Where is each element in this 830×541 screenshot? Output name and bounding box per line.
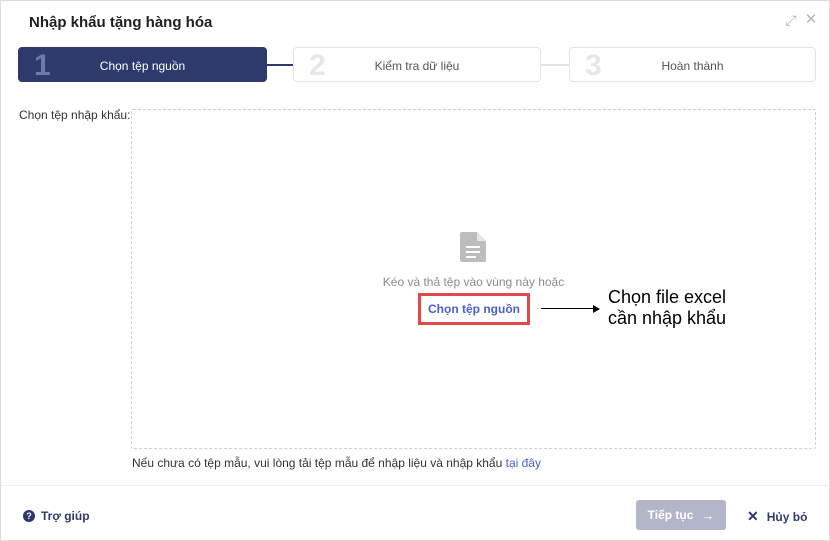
callout-annotation: Chọn file excel cần nhập khẩu <box>597 287 737 329</box>
dialog-title: Nhập khẩu tặng hàng hóa <box>29 14 213 31</box>
help-label: Trợ giúp <box>41 509 90 523</box>
step-connector-1 <box>267 64 293 66</box>
callout-arrow-line <box>541 308 595 309</box>
template-note-text: Nếu chưa có tệp mẫu, vui lòng tải tệp mẫ… <box>132 456 506 470</box>
step-label: Hoàn thành <box>661 59 724 73</box>
cancel-label: Hủy bỏ <box>766 509 808 524</box>
file-dropzone[interactable]: Kéo và thả tệp vào vùng này hoặc Chọn tệ… <box>131 109 816 449</box>
cancel-button[interactable]: ✕ Hủy bỏ <box>747 508 807 525</box>
step-complete[interactable]: 3 Hoàn thành <box>569 47 816 82</box>
choose-source-file-label: Chọn tệp nguồn <box>428 302 520 316</box>
import-file-label: Chọn tệp nhập khẩu: <box>19 108 131 122</box>
continue-button[interactable]: Tiếp tục → <box>636 500 726 530</box>
continue-label: Tiếp tục <box>647 508 694 522</box>
step-label: Chọn tệp nguồn <box>99 59 186 73</box>
question-circle-icon: ? <box>23 510 35 522</box>
template-note: Nếu chưa có tệp mẫu, vui lòng tải tệp mẫ… <box>132 456 541 470</box>
download-template-link[interactable]: tại đây <box>506 456 541 470</box>
close-icon[interactable]: ✕ <box>804 12 818 27</box>
dialog-header: Nhập khẩu tặng hàng hóa ⤢ ✕ <box>1 1 829 43</box>
callout-line-2: cần nhập khẩu <box>607 308 727 328</box>
file-document-icon <box>460 232 486 262</box>
import-stepper: 1 Chọn tệp nguồn 2 Kiểm tra dữ liệu 3 Ho… <box>18 47 816 83</box>
footer-divider <box>1 485 829 486</box>
close-x-icon: ✕ <box>747 508 759 524</box>
import-dialog: Nhập khẩu tặng hàng hóa ⤢ ✕ 1 Chọn tệp n… <box>0 0 830 541</box>
callout-line-1: Chọn file excel <box>607 287 727 307</box>
step-connector-2 <box>541 64 569 66</box>
choose-source-file-link[interactable]: Chọn tệp nguồn <box>418 293 530 325</box>
expand-icon[interactable]: ⤢ <box>784 13 798 27</box>
step-validate-data[interactable]: 2 Kiểm tra dữ liệu <box>293 47 541 82</box>
step-choose-file[interactable]: 1 Chọn tệp nguồn <box>18 47 267 82</box>
arrow-right-icon: → <box>701 507 715 523</box>
step-label: Kiểm tra dữ liệu <box>374 59 460 73</box>
help-button[interactable]: ? Trợ giúp <box>23 509 90 523</box>
